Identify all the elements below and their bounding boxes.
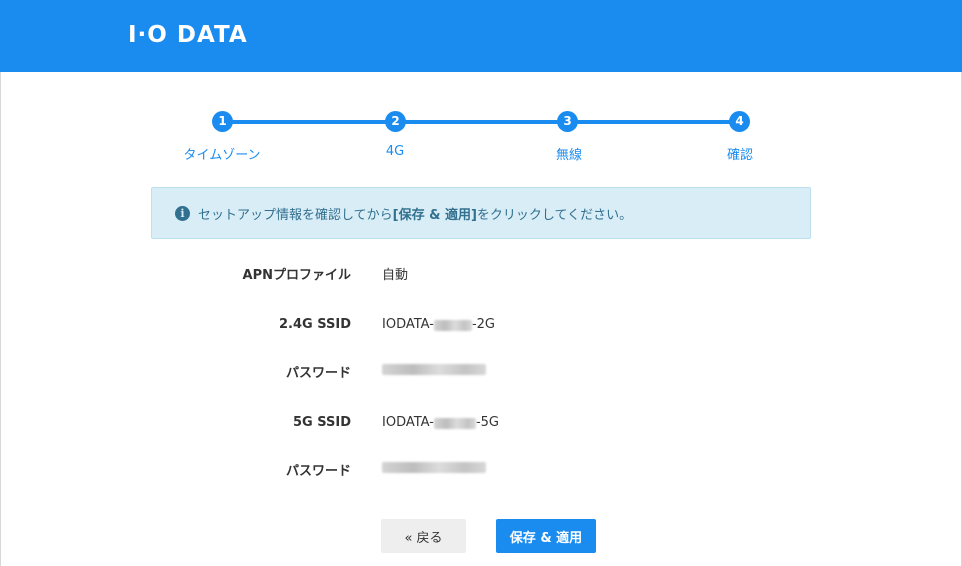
step-4-label: 確認 [726,148,753,163]
ssid-24-suffix: -2G [471,317,496,332]
summary-row-password-2: パスワード [0,462,962,482]
info-alert: i セットアップ情報を確認してから [保存 & 適用] をクリックしてください。 [151,187,811,239]
password-1-value [382,364,486,375]
step-1-label: タイムゾーン [183,148,261,163]
summary-row-ssid-5: 5G SSID IODATA- -5G [0,413,962,433]
alert-text-bold: [保存 & 適用] [392,207,477,223]
summary-row-ssid-24: 2.4G SSID IODATA- -2G [0,315,962,335]
ssid-24-value: IODATA- -2G [382,315,495,335]
step-1-circle: 1 [212,111,233,132]
ssid-5-prefix: IODATA- [382,415,434,430]
apn-profile-label: APNプロファイル [242,268,351,283]
summary-row-apn: APNプロファイル 自動 [0,266,962,286]
password-2-label: パスワード [285,464,351,479]
setup-stepper: 1 2 3 4 タイムゾーン 4G 無線 確認 [0,0,962,170]
step-3-circle: 3 [557,111,578,132]
step-2-label: 4G [385,144,405,159]
password-1-label: パスワード [285,366,351,381]
password-2-value [382,462,486,473]
info-circle-icon: i [175,205,190,221]
stepper-progress-line [223,120,740,124]
alert-text-after: をクリックしてください。 [476,207,633,223]
ssid-5-suffix: -5G [475,415,500,430]
step-3-label: 無線 [555,148,582,163]
step-4-circle: 4 [729,111,750,132]
apn-profile-value: 自動 [382,268,409,283]
ssid-5-label: 5G SSID [292,415,351,430]
ssid-24-label: 2.4G SSID [279,317,351,332]
save-apply-button[interactable]: 保存 & 適用 [496,519,596,553]
ssid-24-redacted [433,319,472,331]
password-1-redacted [382,364,486,375]
summary-row-password-1: パスワード [0,364,962,384]
ssid-5-value: IODATA- -5G [382,413,499,433]
alert-text-before: セットアップ情報を確認してから [198,207,393,223]
password-2-redacted [382,462,486,473]
step-2-circle: 2 [385,111,406,132]
ssid-5-redacted [433,417,476,429]
ssid-24-prefix: IODATA- [382,317,434,332]
back-button[interactable]: « 戻る [381,519,466,553]
